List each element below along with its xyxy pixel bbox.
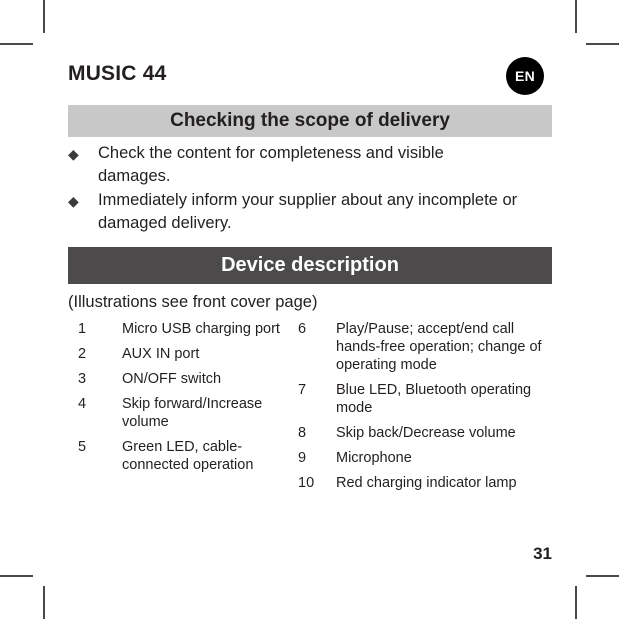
list-item: 8 Skip back/Decrease volume bbox=[298, 424, 553, 442]
device-parts-list-left: 1 Micro USB charging port 2 AUX IN port … bbox=[78, 320, 288, 481]
part-number: 8 bbox=[298, 425, 307, 441]
device-parts-list-right: 6 Play/Pause; accept/end call hands-free… bbox=[298, 320, 553, 499]
part-label: Skip forward/Increase volume bbox=[122, 396, 263, 430]
list-item: 5 Green LED, cable-connected operation bbox=[78, 438, 288, 474]
list-item: 10 Red charging indicator lamp bbox=[298, 474, 553, 492]
crop-mark-top-left-horizontal bbox=[0, 43, 33, 45]
part-label: Blue LED, Bluetooth operating mode bbox=[336, 382, 532, 416]
part-number: 1 bbox=[78, 321, 87, 337]
list-item: ◆ Check the content for completeness and… bbox=[68, 142, 552, 188]
part-number: 10 bbox=[298, 475, 315, 491]
crop-mark-top-right-horizontal bbox=[586, 43, 619, 45]
crop-mark-bottom-right-horizontal bbox=[586, 575, 619, 577]
crop-mark-bottom-left-vertical bbox=[43, 586, 45, 619]
part-number: 9 bbox=[298, 450, 307, 466]
section-heading-device-description: Device description bbox=[68, 247, 552, 284]
part-label: Play/Pause; accept/end call hands-free o… bbox=[336, 321, 542, 373]
list-item: 6 Play/Pause; accept/end call hands-free… bbox=[298, 320, 553, 374]
crop-mark-bottom-left-horizontal bbox=[0, 575, 33, 577]
list-item: 4 Skip forward/Increase volume bbox=[78, 395, 288, 431]
diamond-bullet-icon: ◆ bbox=[68, 146, 79, 162]
part-number: 4 bbox=[78, 396, 87, 412]
crop-mark-bottom-right-vertical bbox=[575, 586, 577, 619]
part-number: 2 bbox=[78, 346, 87, 362]
crop-mark-top-right-vertical bbox=[575, 0, 577, 33]
part-number: 6 bbox=[298, 321, 307, 337]
manual-page: MUSIC 44 EN Checking the scope of delive… bbox=[0, 0, 619, 619]
part-label: Skip back/Decrease volume bbox=[336, 425, 516, 441]
part-label: Green LED, cable-connected operation bbox=[122, 439, 254, 473]
list-item: 2 AUX IN port bbox=[78, 345, 288, 363]
page-title: MUSIC 44 bbox=[68, 62, 167, 85]
part-label: Micro USB charging port bbox=[122, 321, 280, 337]
list-item: 7 Blue LED, Bluetooth operating mode bbox=[298, 381, 553, 417]
bullet-text: Immediately inform your supplier about a… bbox=[98, 191, 518, 232]
part-number: 7 bbox=[298, 382, 307, 398]
part-label: ON/OFF switch bbox=[122, 371, 222, 387]
scope-bullet-list: ◆ Check the content for completeness and… bbox=[68, 142, 552, 236]
diamond-bullet-icon: ◆ bbox=[68, 193, 79, 209]
section-heading-scope-of-delivery: Checking the scope of delivery bbox=[68, 105, 552, 137]
part-number: 5 bbox=[78, 439, 87, 455]
crop-mark-top-left-vertical bbox=[43, 0, 45, 33]
part-label: Red charging indicator lamp bbox=[336, 475, 517, 491]
list-item: ◆ Immediately inform your supplier about… bbox=[68, 189, 552, 235]
list-item: 1 Micro USB charging port bbox=[78, 320, 288, 338]
part-label: AUX IN port bbox=[122, 346, 200, 362]
list-item: 3 ON/OFF switch bbox=[78, 370, 288, 388]
list-item: 9 Microphone bbox=[298, 449, 553, 467]
part-label: Microphone bbox=[336, 450, 412, 466]
illustrations-note: (Illustrations see front cover page) bbox=[68, 293, 318, 311]
bullet-text: Check the content for completeness and v… bbox=[98, 144, 444, 185]
language-badge: EN bbox=[506, 57, 544, 95]
part-number: 3 bbox=[78, 371, 87, 387]
page-number: 31 bbox=[533, 544, 552, 563]
